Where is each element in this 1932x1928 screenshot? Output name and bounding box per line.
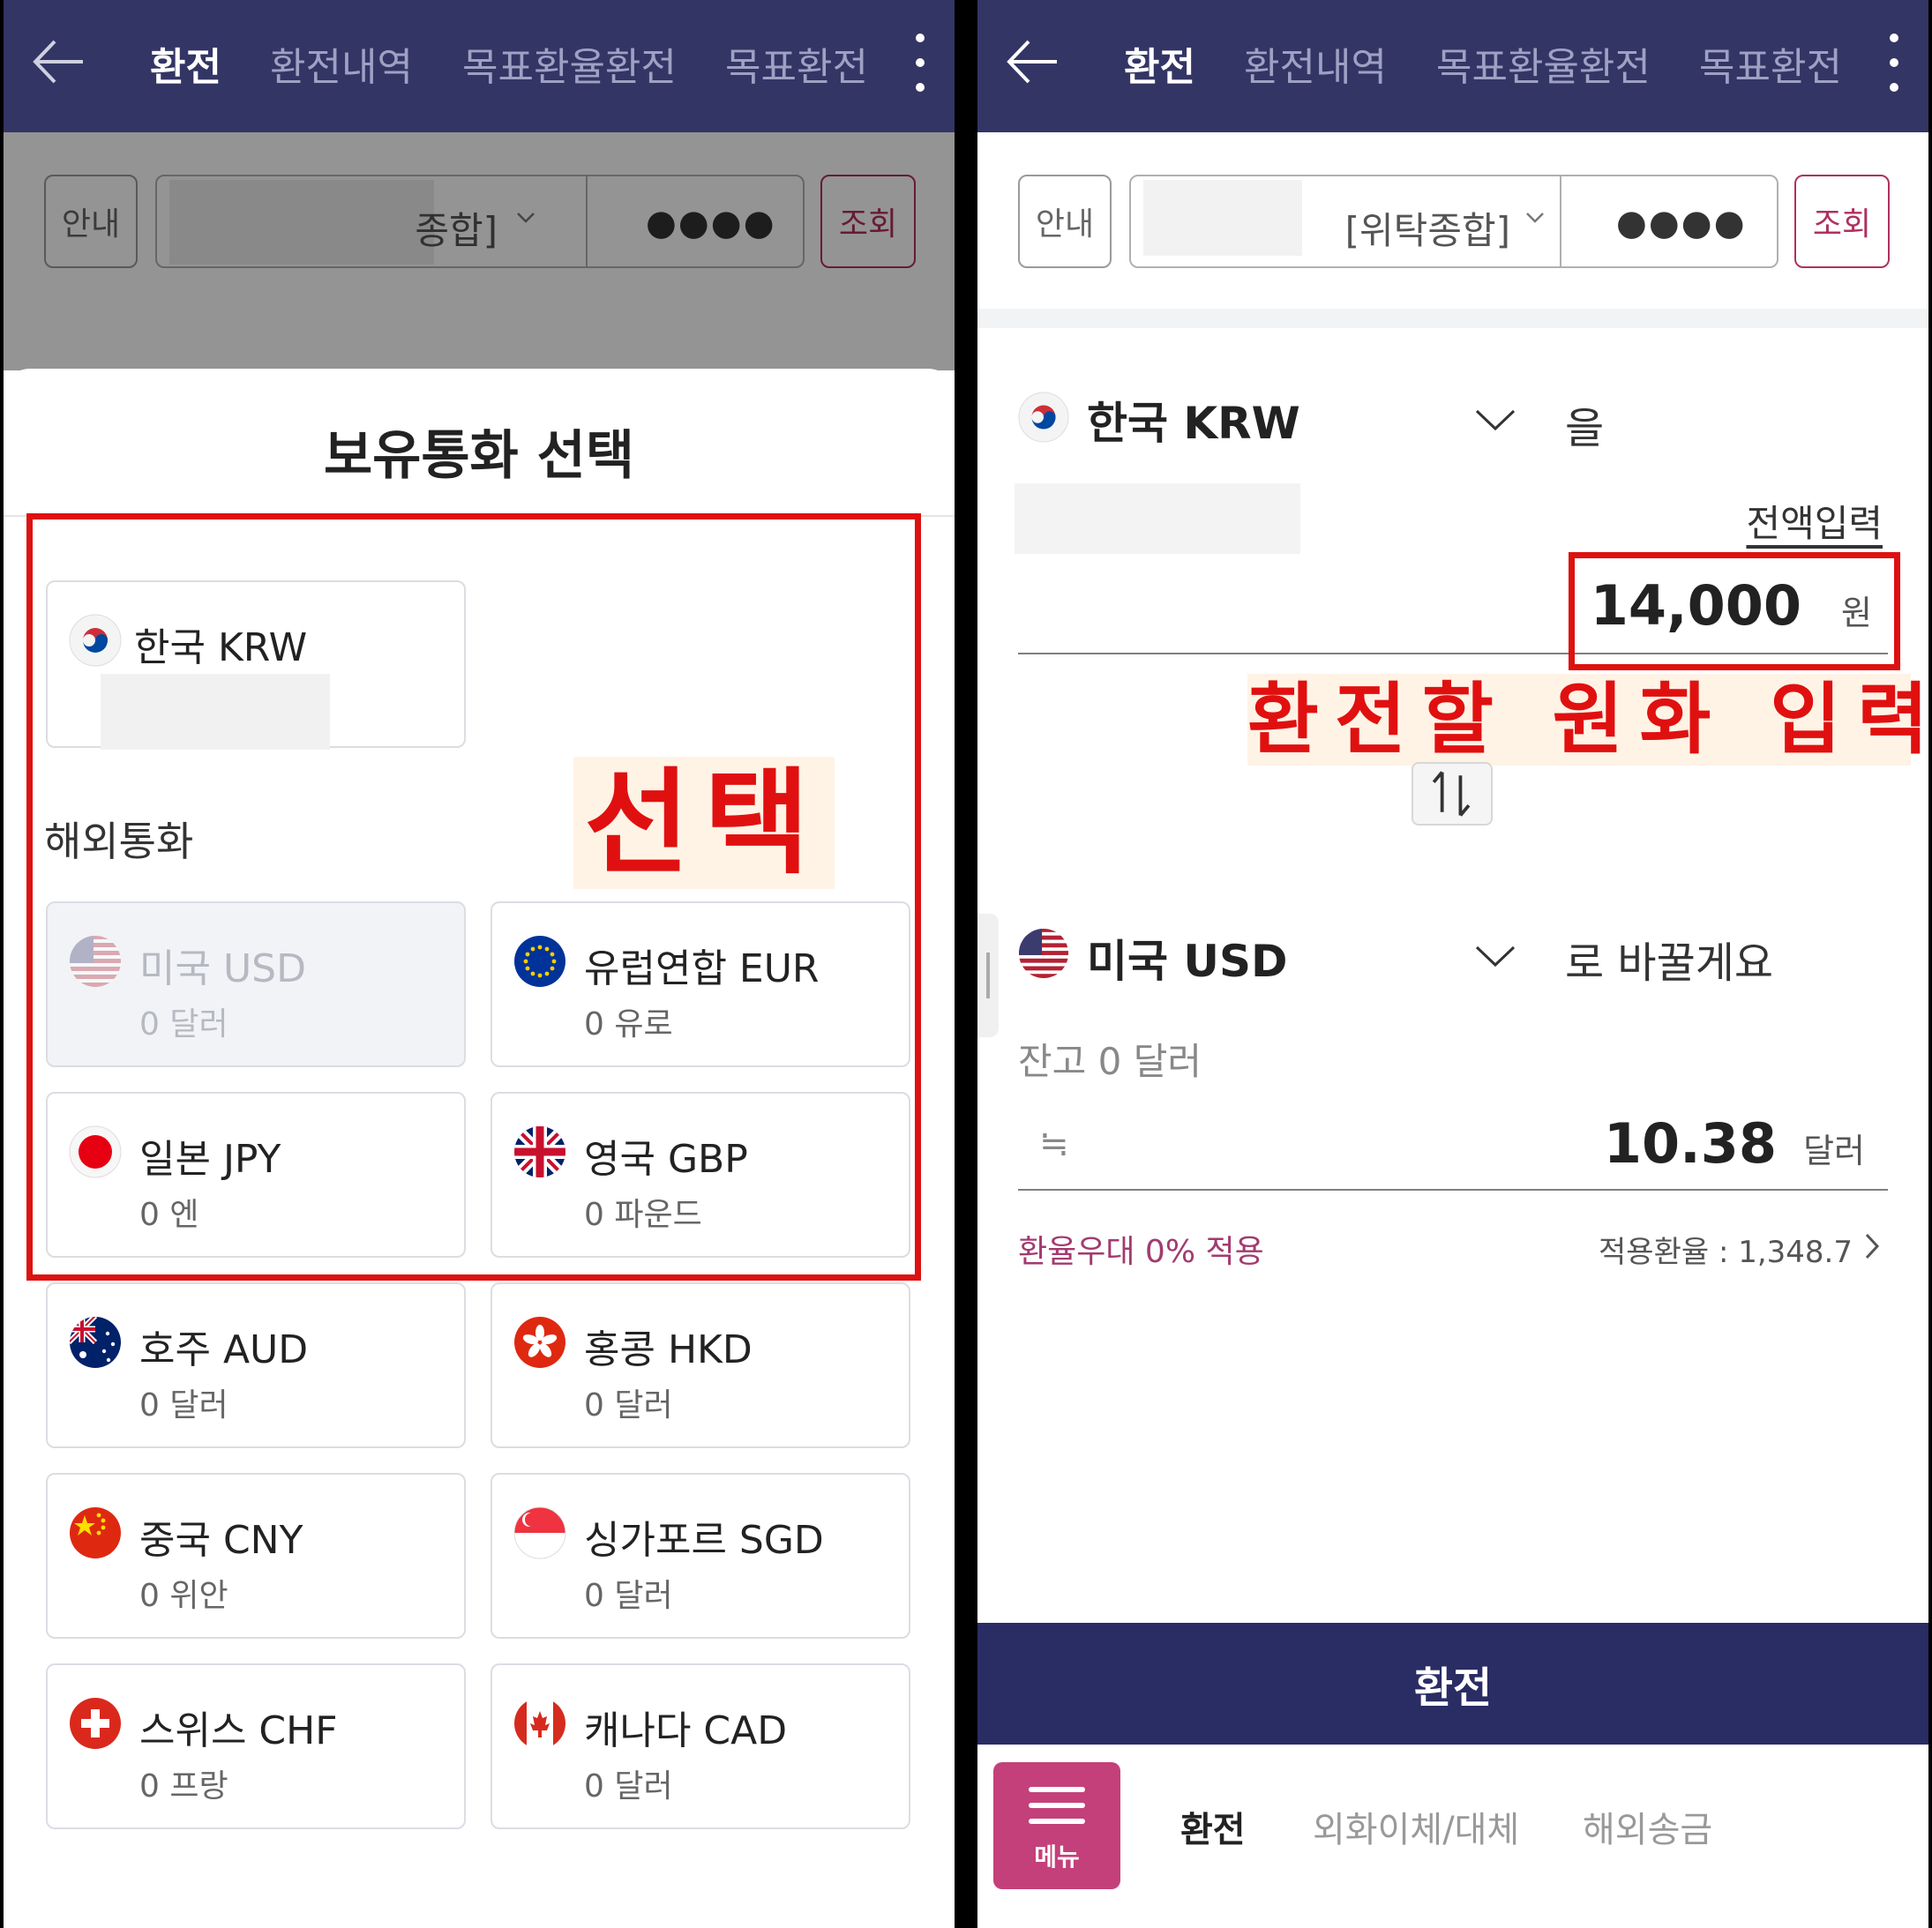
top-nav: 환전 환전내역 목표환율환전 목표환전 (4, 0, 955, 132)
swap-arrows-icon (1432, 771, 1471, 817)
currency-balance: 0 달러 (584, 1768, 673, 1805)
tab-exchange-history[interactable]: 환전내역 (270, 35, 413, 92)
currency-name: 캐나다 CAD (584, 1708, 788, 1753)
more-menu-icon[interactable] (1881, 28, 1907, 99)
approx-symbol: ≒ (1039, 1124, 1069, 1164)
hongkong-flag-icon (514, 1317, 565, 1368)
tab-target-exchange[interactable]: 목표환전 (1699, 35, 1842, 92)
chevron-down-icon[interactable] (1473, 402, 1517, 437)
chevron-right-icon[interactable] (1861, 1231, 1883, 1261)
currency-balance: 0 달러 (139, 1387, 228, 1424)
enter-amount-annotation: 환전할 원화 입력 (1247, 674, 1928, 766)
exchange-submit-button[interactable]: 환전 (977, 1623, 1928, 1745)
currency-name: 싱가포르 SGD (584, 1518, 824, 1563)
chevron-down-icon[interactable] (1473, 938, 1517, 974)
currency-name: 호주 AUD (139, 1327, 309, 1372)
currency-balance: 0 달러 (584, 1578, 673, 1614)
masked-krw-balance (1015, 483, 1300, 554)
to-suffix: 로 바꿀게요 (1565, 938, 1774, 988)
masked-account-number (1143, 180, 1302, 256)
to-currency-select[interactable]: 미국 USD (1087, 926, 1288, 990)
left-panel: 환전 환전내역 목표환율환전 목표환전 안내 종합] ●●●● 조회 보유통화 … (4, 0, 955, 1928)
currency-name: 홍콩 HKD (584, 1327, 753, 1372)
query-button[interactable]: 조회 (1794, 175, 1890, 268)
menu-button[interactable]: 메뉴 (993, 1762, 1120, 1889)
selection-highlight-box (26, 513, 921, 1281)
tab-exchange[interactable]: 환전 (150, 35, 221, 92)
canada-flag-icon (514, 1698, 565, 1749)
account-row: 안내 [위탁종합] ●●●● 조회 (977, 175, 1928, 270)
bottom-nav-transfer[interactable]: 외화이체/대체 (1313, 1801, 1519, 1852)
modal-backdrop[interactable] (4, 132, 955, 370)
right-panel: 환전 환전내역 목표환율환전 목표환전 안내 [위탁종합] ●●●● 조회 한국… (977, 0, 1928, 1928)
full-amount-link[interactable]: 전액입력 (1746, 494, 1883, 548)
top-nav: 환전 환전내역 목표환율환전 목표환전 (977, 0, 1928, 132)
guide-button[interactable]: 안내 (1018, 175, 1112, 268)
korea-flag-icon (1018, 392, 1069, 443)
to-unit: 달러 (1803, 1132, 1865, 1170)
password-mask: ●●●● (1616, 203, 1747, 243)
currency-card-sgd[interactable]: 싱가포르 SGD 0 달러 (490, 1473, 910, 1639)
account-type-text: [위탁종합] (1344, 209, 1510, 252)
currency-name: 중국 CNY (139, 1518, 303, 1563)
back-arrow-icon[interactable] (1002, 31, 1064, 93)
australia-flag-icon (70, 1317, 121, 1368)
chevron-down-icon (1526, 213, 1544, 223)
tab-exchange[interactable]: 환전 (1124, 35, 1195, 92)
bottom-nav-exchange[interactable]: 환전 (1180, 1801, 1246, 1852)
tab-exchange-history[interactable]: 환전내역 (1244, 35, 1387, 92)
currency-card-hkd[interactable]: 홍콩 HKD 0 달러 (490, 1282, 910, 1448)
currency-balance: 0 프랑 (139, 1768, 228, 1805)
currency-card-chf[interactable]: 스위스 CHF 0 프랑 (46, 1663, 466, 1829)
china-flag-icon (70, 1507, 121, 1558)
bottom-nav-overseas-remit[interactable]: 해외송금 (1583, 1801, 1712, 1852)
from-currency-select[interactable]: 한국 KRW (1087, 388, 1300, 452)
back-arrow-icon[interactable] (28, 31, 90, 93)
singapore-flag-icon (513, 1506, 566, 1559)
applied-rate-link[interactable]: 적용환율 : 1,348.7 (1599, 1228, 1853, 1271)
rate-preference-text: 환율우대 0% 적용 (1018, 1234, 1264, 1270)
to-amount: 10.38 (1603, 1111, 1777, 1176)
currency-card-cad[interactable]: 캐나다 CAD 0 달러 (490, 1663, 910, 1829)
bottom-nav: 메뉴 환전 외화이체/대체 해외송금 (977, 1745, 1928, 1928)
currency-card-aud[interactable]: 호주 AUD 0 달러 (46, 1282, 466, 1448)
currency-card-cny[interactable]: 중국 CNY 0 위안 (46, 1473, 466, 1639)
tab-target-exchange[interactable]: 목표환전 (725, 35, 868, 92)
currency-balance: 0 달러 (584, 1387, 673, 1424)
swap-currency-button[interactable] (1412, 762, 1493, 826)
side-drawer-handle[interactable] (977, 914, 999, 1037)
tab-target-rate-exchange[interactable]: 목표환율환전 (1436, 35, 1651, 92)
amount-highlight-box (1569, 552, 1900, 670)
currency-name: 스위스 CHF (139, 1708, 338, 1753)
swiss-flag-icon (70, 1698, 121, 1749)
to-balance: 잔고 0 달러 (1018, 1040, 1202, 1083)
tab-target-rate-exchange[interactable]: 목표환율환전 (462, 35, 677, 92)
usa-flag-icon (1018, 928, 1069, 979)
currency-balance: 0 위안 (139, 1578, 228, 1614)
account-select[interactable]: [위탁종합] ●●●● (1129, 175, 1778, 268)
menu-label: 메뉴 (1034, 1842, 1080, 1872)
sheet-title: 보유통화 선택 (323, 425, 635, 487)
more-menu-icon[interactable] (907, 28, 933, 99)
from-suffix: 을 (1565, 404, 1605, 453)
